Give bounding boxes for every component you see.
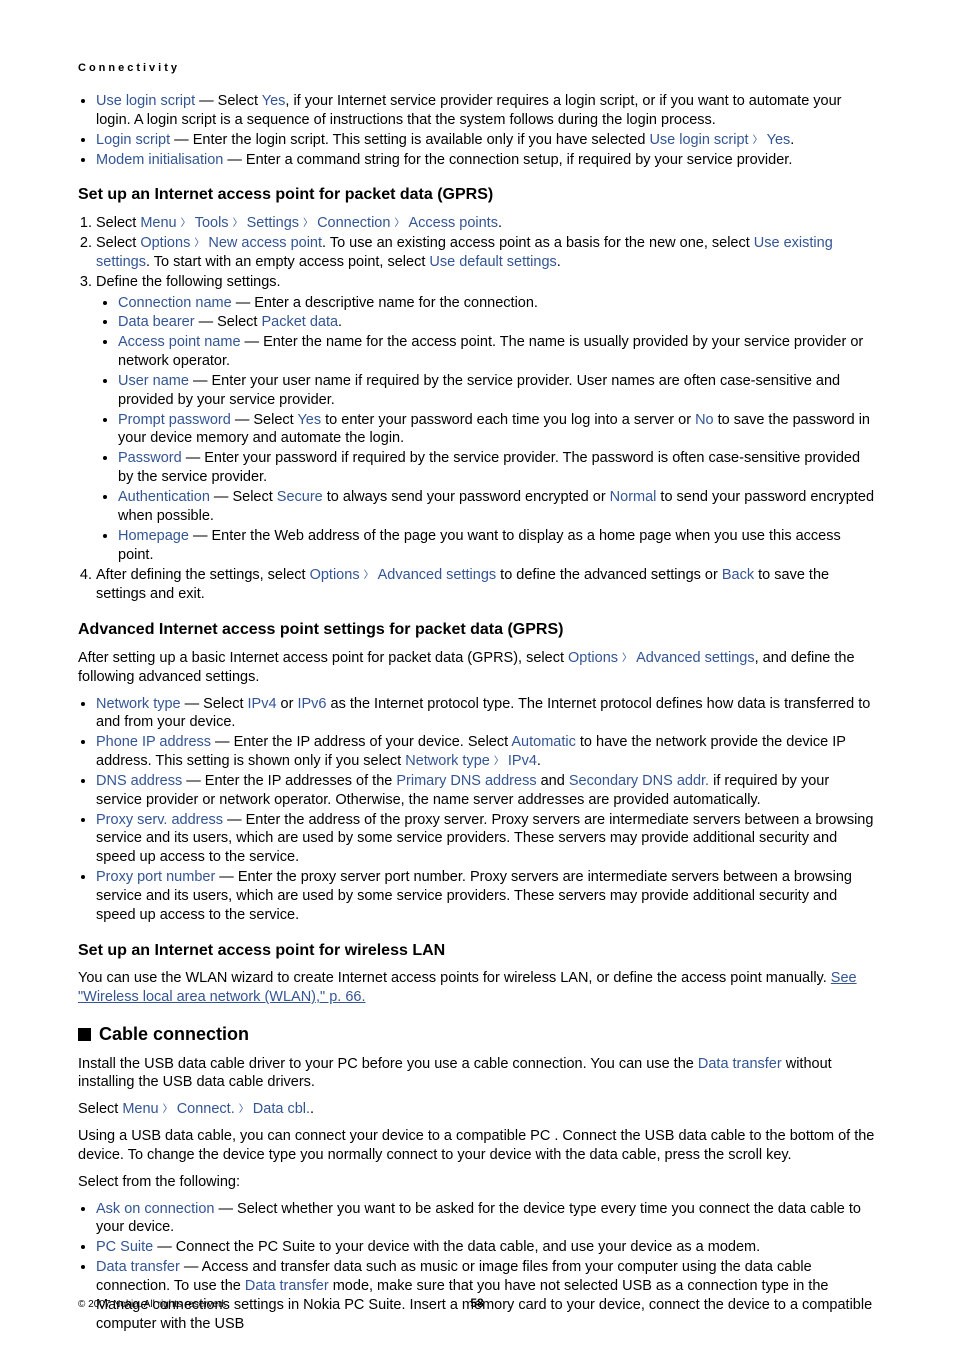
section-heading-major: Cable connection — [78, 1023, 876, 1046]
list-item: Define the following settings. Connectio… — [96, 273, 876, 565]
paragraph: You can use the WLAN wizard to create In… — [78, 969, 876, 1007]
section-heading: Set up an Internet access point for pack… — [78, 185, 876, 206]
list-item: Select Menu 〉 Tools 〉 Settings 〉 Connect… — [96, 214, 876, 233]
paragraph: Select Menu 〉 Connect. 〉 Data cbl.. — [78, 1100, 876, 1119]
page-number: 58 — [470, 1296, 483, 1310]
section-heading: Set up an Internet access point for wire… — [78, 941, 876, 962]
square-bullet-icon — [78, 1028, 91, 1041]
section-heading: Advanced Internet access point settings … — [78, 620, 876, 641]
intro-list: Use login script — Select Yes, if your I… — [78, 92, 876, 169]
cable-options: Ask on connection — Select whether you w… — [78, 1200, 876, 1334]
paragraph: Using a USB data cable, you can connect … — [78, 1127, 876, 1165]
paragraph: Install the USB data cable driver to you… — [78, 1055, 876, 1093]
paragraph: After setting up a basic Internet access… — [78, 649, 876, 687]
advanced-list: Network type — Select IPv4 or IPv6 as th… — [78, 695, 876, 925]
gprs-steps: Select Menu 〉 Tools 〉 Settings 〉 Connect… — [78, 214, 876, 604]
list-item: Login script — Enter the login script. T… — [96, 131, 876, 150]
list-item: After defining the settings, select Opti… — [96, 566, 876, 604]
ui-term: Use login script — [96, 93, 195, 109]
page-content: Use login script — Select Yes, if your I… — [78, 92, 876, 1334]
list-item: Use login script — Select Yes, if your I… — [96, 92, 876, 130]
chapter-title: Connectivity — [78, 62, 876, 74]
paragraph: Select from the following: — [78, 1173, 876, 1192]
list-item: Select Options 〉 New access point. To us… — [96, 234, 876, 272]
gprs-sub-settings: Connection name — Enter a descriptive na… — [96, 294, 876, 565]
list-item: Modem initialisation — Enter a command s… — [96, 151, 876, 170]
ui-term: Login script — [96, 132, 170, 148]
ui-term: Modem initialisation — [96, 152, 223, 168]
